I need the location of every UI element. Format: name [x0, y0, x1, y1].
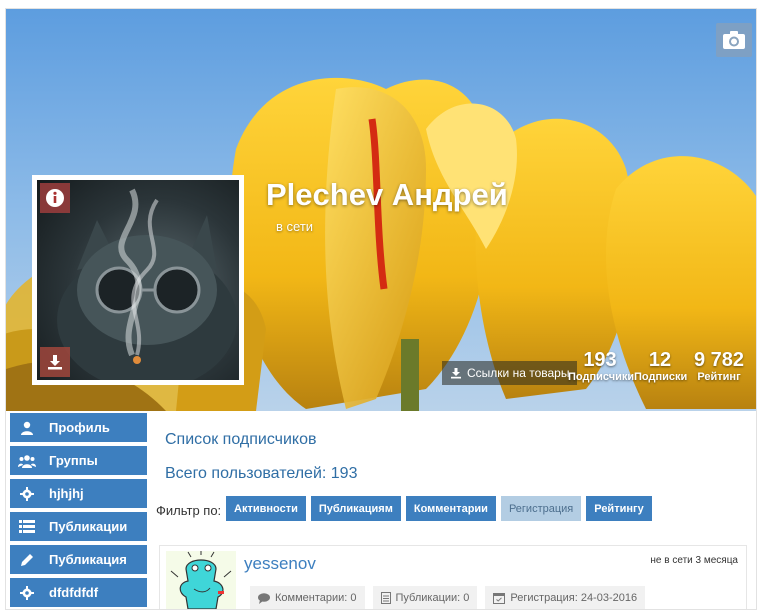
sidebar-item-groups[interactable]: Группы: [10, 446, 147, 475]
sidebar: Профиль Группы hjhjhj Публикации Публика…: [10, 413, 147, 609]
user-stats: Комментарии: 0 Публикации: 0 Регистрация…: [250, 586, 646, 609]
stat-value: 193: [583, 349, 617, 371]
filter-activity-button[interactable]: Активности: [226, 496, 306, 521]
info-icon: [46, 189, 64, 207]
sidebar-item-label: dfdfdfdf: [49, 585, 99, 600]
stat-label: Рейтинг: [697, 371, 741, 383]
registration-date: Регистрация: 24-03-2016: [510, 592, 638, 604]
sidebar-item-label: hjhjhj: [49, 486, 84, 501]
filter-bar: Активности Публикациям Комментарии Регис…: [226, 496, 652, 521]
sidebar-item-label: Профиль: [49, 420, 110, 435]
sidebar-item-label: Публикация: [49, 552, 127, 567]
profile-page: Plechev Андрей в сети Ссылки на товары 1…: [5, 8, 757, 610]
filter-comments-button[interactable]: Комментарии: [405, 496, 496, 521]
list-icon: [10, 520, 44, 533]
publications-count: Публикации: 0: [395, 592, 470, 604]
publications-badge: Публикации: 0: [372, 586, 478, 609]
download-icon: [48, 355, 62, 370]
change-cover-button[interactable]: [716, 23, 752, 57]
filter-label: Фильтр по:: [156, 503, 222, 518]
gear-icon: [10, 486, 44, 501]
sidebar-item-publications[interactable]: Публикации: [10, 512, 147, 541]
sidebar-item-publication[interactable]: Публикация: [10, 545, 147, 574]
filter-rating-button[interactable]: Рейтингу: [586, 496, 652, 521]
stat-label: Подписчики: [568, 371, 635, 383]
download-icon: [451, 368, 461, 379]
comments-badge: Комментарии: 0: [250, 586, 365, 609]
avatar-image: [37, 180, 239, 380]
section-title: Список подписчиков: [165, 431, 317, 448]
product-links-label: Ссылки на товары: [467, 366, 570, 380]
stat-subscribers[interactable]: 193 Подписчики: [568, 349, 635, 384]
user-icon: [10, 421, 44, 435]
sidebar-item-hjhjhj[interactable]: hjhjhj: [10, 479, 147, 508]
comments-count: Комментарии: 0: [275, 592, 357, 604]
user-avatar[interactable]: [166, 551, 236, 609]
stat-label: Подписки: [634, 371, 688, 383]
cover-image: Plechev Андрей в сети Ссылки на товары 1…: [6, 9, 756, 411]
info-button[interactable]: [40, 183, 70, 213]
calendar-check-icon: [493, 593, 506, 604]
users-icon: [10, 454, 44, 468]
gear-icon: [10, 585, 44, 600]
sidebar-item-label: Группы: [49, 453, 98, 468]
user-card: yessenov не в сети 3 месяца Комментарии:…: [159, 545, 747, 609]
user-name: Plechev Андрей: [266, 177, 508, 212]
camera-icon: [723, 31, 745, 49]
product-links-button[interactable]: Ссылки на товары: [442, 361, 578, 385]
filter-registration-button[interactable]: Регистрация: [500, 496, 582, 521]
sidebar-item-dfdfdfdf[interactable]: dfdfdfdf: [10, 578, 147, 607]
avatar: [32, 175, 244, 385]
comment-icon: [258, 592, 270, 604]
download-avatar-button[interactable]: [40, 347, 70, 377]
sidebar-item-label: Публикации: [49, 519, 128, 534]
filter-publications-button[interactable]: Публикациям: [310, 496, 401, 521]
total-users: Всего пользователей: 193: [165, 465, 358, 482]
stat-rating[interactable]: 9 782 Рейтинг: [688, 349, 750, 384]
stat-value: 9 782: [693, 349, 745, 371]
user-status: не в сети 3 месяца: [650, 555, 738, 566]
registration-badge: Регистрация: 24-03-2016: [485, 586, 646, 609]
online-status: в сети: [276, 219, 314, 234]
stat-value: 12: [648, 349, 672, 371]
stat-subscriptions[interactable]: 12 Подписки: [634, 349, 688, 384]
sidebar-item-profile[interactable]: Профиль: [10, 413, 147, 442]
pencil-icon: [10, 553, 44, 567]
user-name-link[interactable]: yessenov: [244, 554, 316, 574]
document-icon: [380, 592, 391, 604]
